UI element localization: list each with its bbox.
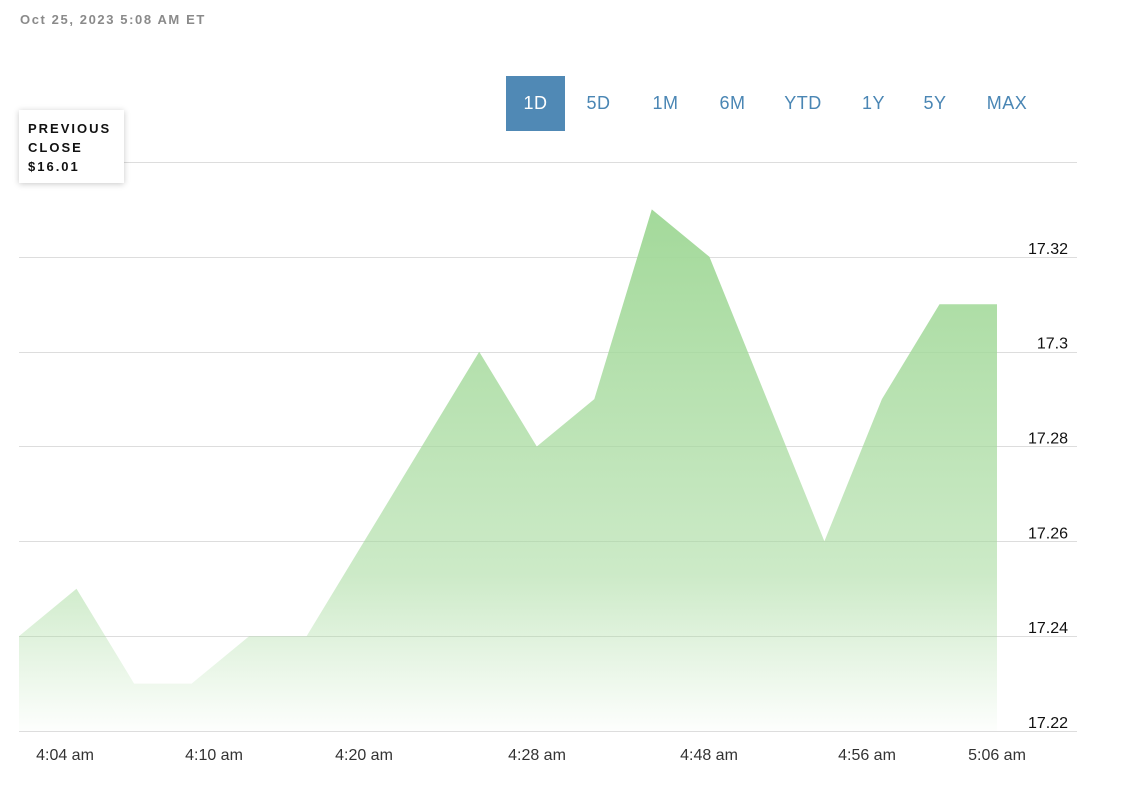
y-tick-label: 17.28 xyxy=(1028,431,1068,448)
y-axis-ticks: 17.22 17.24 17.26 17.28 17.3 17.32 xyxy=(1028,241,1068,732)
previous-close-title-line2: CLOSE xyxy=(28,140,83,155)
x-tick-label: 4:28 am xyxy=(508,747,566,764)
price-area xyxy=(19,209,997,731)
area-series xyxy=(19,209,997,731)
y-tick-label: 17.22 xyxy=(1028,715,1068,732)
x-tick-label: 4:20 am xyxy=(335,747,393,764)
y-tick-label: 17.24 xyxy=(1028,620,1068,637)
y-tick-label: 17.3 xyxy=(1037,336,1068,353)
y-tick-label: 17.26 xyxy=(1028,525,1068,542)
y-tick-label: 17.32 xyxy=(1028,241,1068,258)
previous-close-label: PREVIOUS CLOSE $16.01 xyxy=(19,110,124,183)
x-tick-label: 4:48 am xyxy=(680,747,738,764)
x-tick-label: 4:56 am xyxy=(838,747,896,764)
previous-close-value: $16.01 xyxy=(28,159,80,174)
price-chart: 17.22 17.24 17.26 17.28 17.3 17.32 4:04 am 4:1… xyxy=(19,162,1077,764)
x-tick-label: 4:04 am xyxy=(36,747,94,764)
x-tick-label: 4:10 am xyxy=(185,747,243,764)
x-axis-ticks: 4:04 am 4:10 am 4:20 am 4:28 am 4:48 am 4:56 … xyxy=(36,747,1026,764)
previous-close-title-line1: PREVIOUS xyxy=(28,121,112,136)
x-tick-label: 5:06 am xyxy=(968,747,1026,764)
